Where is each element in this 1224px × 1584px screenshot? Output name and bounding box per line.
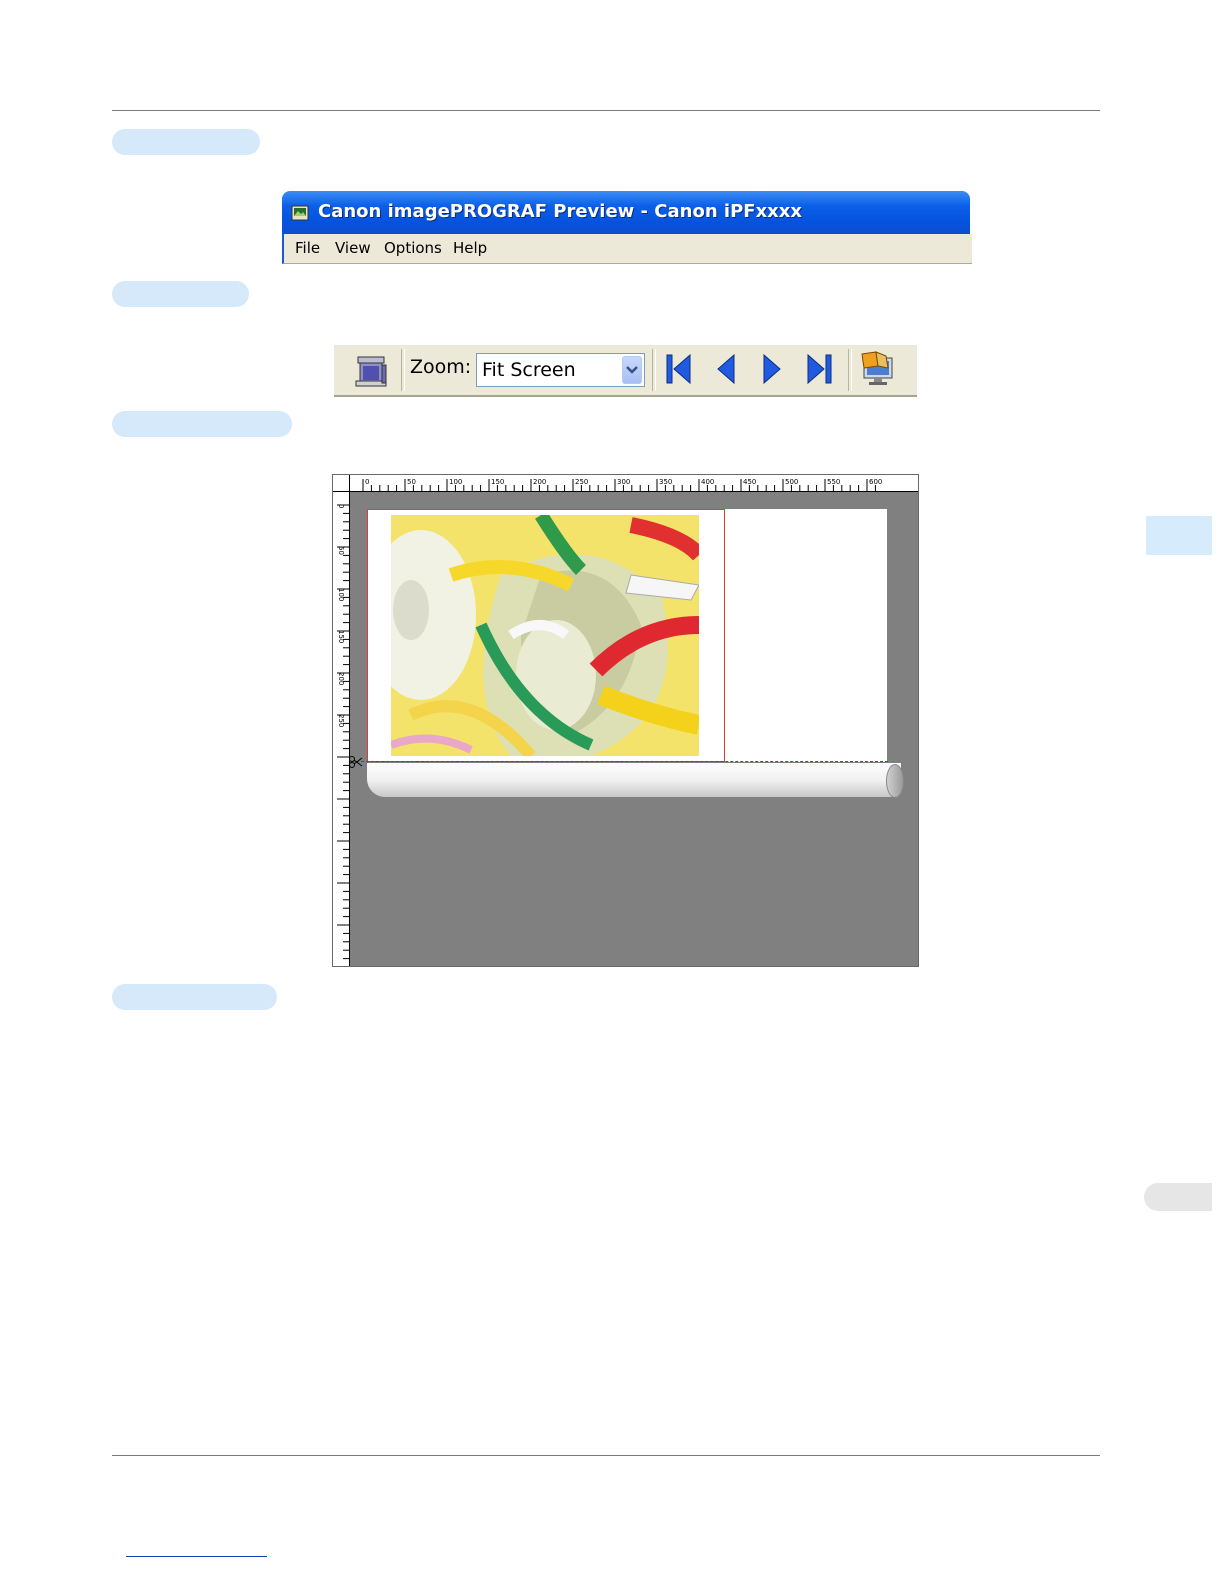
ruler-label-h: 400 — [701, 478, 714, 486]
cut-line — [351, 761, 888, 762]
header-rule — [112, 110, 1100, 111]
ruler-label-h: 0 — [365, 478, 369, 486]
previous-page-icon[interactable] — [712, 352, 740, 386]
next-page-icon[interactable] — [758, 352, 786, 386]
footer-rule — [112, 1455, 1100, 1456]
menu-options[interactable]: Options — [384, 239, 442, 257]
first-page-icon[interactable] — [664, 352, 694, 386]
section-label-1 — [112, 129, 260, 155]
zoom-value: Fit Screen — [482, 359, 576, 381]
last-page-icon[interactable] — [804, 352, 834, 386]
section-label-3 — [112, 411, 292, 437]
preview-toolbar: Zoom: Fit Screen — [334, 344, 917, 397]
index-tab — [1144, 1183, 1212, 1211]
measuring-tape-photo — [391, 515, 699, 756]
menu-file[interactable]: File — [295, 239, 320, 257]
menu-bar: File View Options Help — [282, 234, 972, 264]
vertical-ruler: 0 50 100 150 200 250 — [333, 475, 350, 966]
app-icon — [291, 205, 309, 221]
scissors-icon — [349, 756, 363, 768]
section-label-2 — [112, 281, 249, 307]
ruler-label-h: 100 — [449, 478, 462, 486]
ruler-label-h: 600 — [869, 478, 882, 486]
ruler-label-v: 150 — [337, 630, 345, 643]
ruler-label-v: 0 — [337, 504, 345, 508]
ruler-label-v: 50 — [337, 546, 345, 555]
ruler-label-h: 250 — [575, 478, 588, 486]
zoom-select[interactable]: Fit Screen — [476, 353, 645, 387]
ruler-label-h: 450 — [743, 478, 756, 486]
ruler-label-v: 250 — [337, 714, 345, 727]
menu-view[interactable]: View — [335, 239, 371, 257]
ruler-label-v: 100 — [337, 588, 345, 601]
horizontal-ruler: 0 50 100 150 200 250 300 350 400 450 500 550 600 — [333, 475, 918, 492]
printer-icon[interactable] — [354, 351, 390, 389]
paper-roll-end — [886, 764, 904, 798]
ruler-label-h: 50 — [407, 478, 416, 486]
ruler-label-h: 200 — [533, 478, 546, 486]
zoom-dropdown-button[interactable] — [622, 356, 642, 384]
ruler-label-h: 350 — [659, 478, 672, 486]
toolbar-separator — [401, 349, 405, 391]
paper-roll — [367, 763, 901, 797]
chapter-tab — [1146, 516, 1212, 555]
toolbar-separator — [848, 349, 852, 391]
ruler-label-h: 500 — [785, 478, 798, 486]
window-title: Canon imagePROGRAF Preview - Canon iPFxx… — [318, 201, 803, 222]
zoom-label: Zoom: — [410, 356, 472, 378]
ruler-label-v: 200 — [337, 672, 345, 685]
ruler-label-h: 150 — [491, 478, 504, 486]
footer-link-underline[interactable] — [126, 1556, 267, 1557]
chevron-down-icon — [626, 366, 638, 374]
ruler-label-h: 550 — [827, 478, 840, 486]
title-bar: Canon imagePROGRAF Preview - Canon iPFxx… — [282, 191, 970, 234]
ruler-label-h: 300 — [617, 478, 630, 486]
preview-window-titlebar: Canon imagePROGRAF Preview - Canon iPFxx… — [282, 191, 972, 265]
menu-help[interactable]: Help — [453, 239, 487, 257]
toolbar-separator — [652, 349, 656, 391]
preview-canvas[interactable]: 0 50 100 150 200 250 300 350 400 450 500 550 600 0 50… — [332, 474, 919, 967]
preview-monitor-icon[interactable] — [858, 350, 898, 388]
section-label-4 — [112, 984, 277, 1010]
ruler-corner — [333, 475, 350, 492]
